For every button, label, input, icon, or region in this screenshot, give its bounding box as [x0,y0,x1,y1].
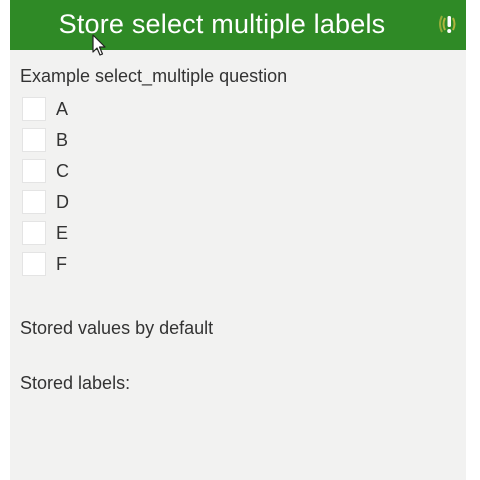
survey-title: Store select multiple labels [58,9,386,39]
checkbox[interactable] [22,128,46,152]
warning-icon[interactable] [436,10,462,38]
option-label: C [56,161,69,181]
mouse-cursor-icon [92,34,106,56]
option-label: B [56,130,69,150]
checkbox[interactable] [22,97,46,121]
option-label: E [56,223,69,243]
option-label: D [56,192,69,212]
checkbox[interactable] [22,221,46,245]
checkbox[interactable] [22,190,46,214]
checkbox[interactable] [22,252,46,276]
stored-labels-note: Stored labels: [20,373,131,393]
checkbox[interactable] [22,159,46,183]
survey-form: Store select multiple labels Example sel… [10,0,466,480]
option-label: A [56,99,69,119]
stored-values-note: Stored values by default [20,318,214,338]
question-label: Example select_multiple question [20,66,288,86]
option-label: F [56,254,67,274]
survey-header: Store select multiple labels [10,0,466,50]
